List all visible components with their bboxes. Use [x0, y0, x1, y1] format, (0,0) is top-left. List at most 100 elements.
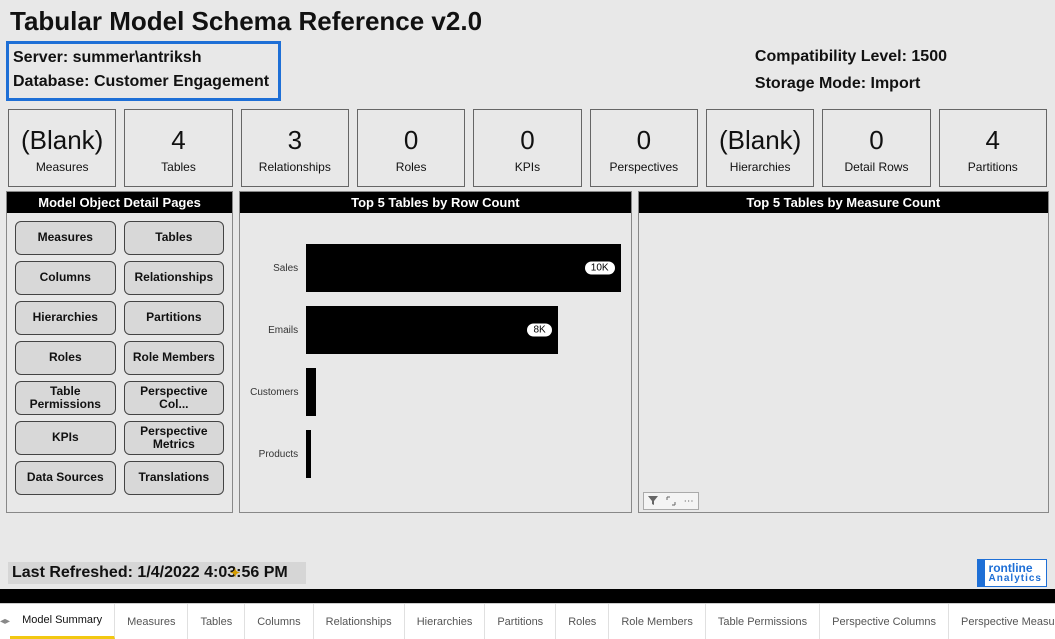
detail-button-kpis[interactable]: KPIs — [15, 421, 116, 455]
detail-button-perspective-metrics[interactable]: Perspective Metrics — [124, 421, 225, 455]
tile-label: Perspectives — [593, 160, 695, 174]
tab-partitions[interactable]: Partitions — [485, 604, 556, 639]
detail-button-columns[interactable]: Columns — [15, 261, 116, 295]
summary-tile-kpis[interactable]: 0 KPIs — [473, 109, 581, 187]
summary-tile-detail-rows[interactable]: 0 Detail Rows — [822, 109, 930, 187]
summary-tile-roles[interactable]: 0 Roles — [357, 109, 465, 187]
tab-tables[interactable]: Tables — [188, 604, 245, 639]
tile-value: 0 — [593, 125, 695, 156]
tab-columns[interactable]: Columns — [245, 604, 313, 639]
tab-model-summary[interactable]: Model Summary — [10, 604, 115, 639]
server-value: summer\antriksh — [73, 49, 202, 66]
tab-hierarchies[interactable]: Hierarchies — [405, 604, 486, 639]
measurecount-chart-body — [639, 213, 1048, 512]
frontline-analytics-logo: rontline Analytics — [977, 559, 1047, 587]
storage-label: Storage Mode: — [755, 75, 866, 92]
tile-value: 0 — [825, 125, 927, 156]
bar-fill — [306, 430, 311, 478]
tabs-container: Model SummaryMeasuresTablesColumnsRelati… — [10, 604, 1055, 639]
tile-value: 0 — [476, 125, 578, 156]
tile-value: 4 — [942, 125, 1044, 156]
tile-value: 0 — [360, 125, 462, 156]
detail-button-role-members[interactable]: Role Members — [124, 341, 225, 375]
detail-button-tables[interactable]: Tables — [124, 221, 225, 255]
page-title: Tabular Model Schema Reference v2.0 — [0, 0, 1055, 41]
bar-track: 8K — [306, 306, 620, 354]
summary-tile-partitions[interactable]: 4 Partitions — [939, 109, 1047, 187]
bar-fill: 8K — [306, 306, 558, 354]
tile-label: Relationships — [244, 160, 346, 174]
summary-tile-relationships[interactable]: 3 Relationships — [241, 109, 349, 187]
bar-row[interactable]: Customers — [250, 361, 620, 423]
detail-button-measures[interactable]: Measures — [15, 221, 116, 255]
last-refreshed-label: Last Refreshed: — [12, 564, 133, 581]
panel-detail-pages: Model Object Detail Pages MeasuresTables… — [6, 191, 233, 513]
detail-button-partitions[interactable]: Partitions — [124, 301, 225, 335]
tab-role-members[interactable]: Role Members — [609, 604, 706, 639]
bar-row[interactable]: Emails 8K — [250, 299, 620, 361]
tab-roles[interactable]: Roles — [556, 604, 609, 639]
tab-measures[interactable]: Measures — [115, 604, 188, 639]
panel-measurecount-chart[interactable]: Top 5 Tables by Measure Count ⋯ — [638, 191, 1049, 513]
panel-rowcount-chart[interactable]: Top 5 Tables by Row Count Sales 10K Emai… — [239, 191, 631, 513]
summary-tile-tables[interactable]: 4 Tables — [124, 109, 232, 187]
storage-value: Import — [871, 75, 921, 92]
detail-button-translations[interactable]: Translations — [124, 461, 225, 495]
tile-label: Roles — [360, 160, 462, 174]
page-tabs: ◂ ▸ Model SummaryMeasuresTablesColumnsRe… — [0, 603, 1055, 639]
tab-relationships[interactable]: Relationships — [314, 604, 405, 639]
tile-value: 3 — [244, 125, 346, 156]
last-refreshed: Last Refreshed: 1/4/2022 4:03:56 PM ✦ — [8, 562, 306, 584]
compat-value: 1500 — [911, 48, 947, 65]
tile-label: Partitions — [942, 160, 1044, 174]
detail-pages-grid: MeasuresTablesColumnsRelationshipsHierar… — [7, 213, 232, 503]
detail-button-hierarchies[interactable]: Hierarchies — [15, 301, 116, 335]
info-row: Server: summer\antriksh Database: Custom… — [0, 41, 1055, 101]
panel-rowcount-header: Top 5 Tables by Row Count — [240, 192, 630, 213]
tab-perspective-columns[interactable]: Perspective Columns — [820, 604, 949, 639]
detail-button-data-sources[interactable]: Data Sources — [15, 461, 116, 495]
summary-tiles: (Blank) Measures4 Tables3 Relationships0… — [0, 101, 1055, 191]
bar-category-label: Emails — [250, 325, 306, 336]
filter-icon[interactable] — [644, 493, 662, 509]
tile-label: KPIs — [476, 160, 578, 174]
detail-button-roles[interactable]: Roles — [15, 341, 116, 375]
detail-button-relationships[interactable]: Relationships — [124, 261, 225, 295]
bar-category-label: Customers — [250, 387, 306, 398]
panels-row: Model Object Detail Pages MeasuresTables… — [0, 191, 1055, 513]
bar-track — [306, 368, 620, 416]
bar-track: 10K — [306, 244, 620, 292]
bar-data-label: 10K — [585, 262, 615, 275]
logo-line2: Analytics — [989, 574, 1042, 584]
panel-measurecount-header: Top 5 Tables by Measure Count — [639, 192, 1048, 213]
bar-fill: 10K — [306, 244, 620, 292]
detail-button-table-permissions[interactable]: Table Permissions — [15, 381, 116, 415]
database-label: Database: — [13, 73, 89, 90]
footer-row: Last Refreshed: 1/4/2022 4:03:56 PM ✦ ro… — [0, 559, 1055, 589]
tile-label: Tables — [127, 160, 229, 174]
tab-table-permissions[interactable]: Table Permissions — [706, 604, 820, 639]
bar-row[interactable]: Products — [250, 423, 620, 485]
bar-category-label: Products — [250, 449, 306, 460]
database-value: Customer Engagement — [94, 73, 269, 90]
focus-mode-icon[interactable] — [662, 493, 680, 509]
visual-toolbar: ⋯ — [643, 492, 699, 510]
black-divider — [0, 589, 1055, 603]
bar-row[interactable]: Sales 10K — [250, 237, 620, 299]
compat-storage-box: Compatibility Level: 1500 Storage Mode: … — [755, 41, 1047, 101]
tile-label: Hierarchies — [709, 160, 811, 174]
tile-value: (Blank) — [709, 125, 811, 156]
bar-category-label: Sales — [250, 263, 306, 274]
last-refreshed-value: 1/4/2022 4:03:56 PM — [137, 564, 287, 581]
summary-tile-perspectives[interactable]: 0 Perspectives — [590, 109, 698, 187]
summary-tile-measures[interactable]: (Blank) Measures — [8, 109, 116, 187]
tile-value: 4 — [127, 125, 229, 156]
more-options-icon[interactable]: ⋯ — [680, 493, 698, 509]
tab-perspective-measures[interactable]: Perspective Measures — [949, 604, 1055, 639]
detail-button-perspective-col-[interactable]: Perspective Col... — [124, 381, 225, 415]
summary-tile-hierarchies[interactable]: (Blank) Hierarchies — [706, 109, 814, 187]
bar-track — [306, 430, 620, 478]
bar-fill — [306, 368, 315, 416]
server-db-box: Server: summer\antriksh Database: Custom… — [6, 41, 281, 101]
tile-value: (Blank) — [11, 125, 113, 156]
